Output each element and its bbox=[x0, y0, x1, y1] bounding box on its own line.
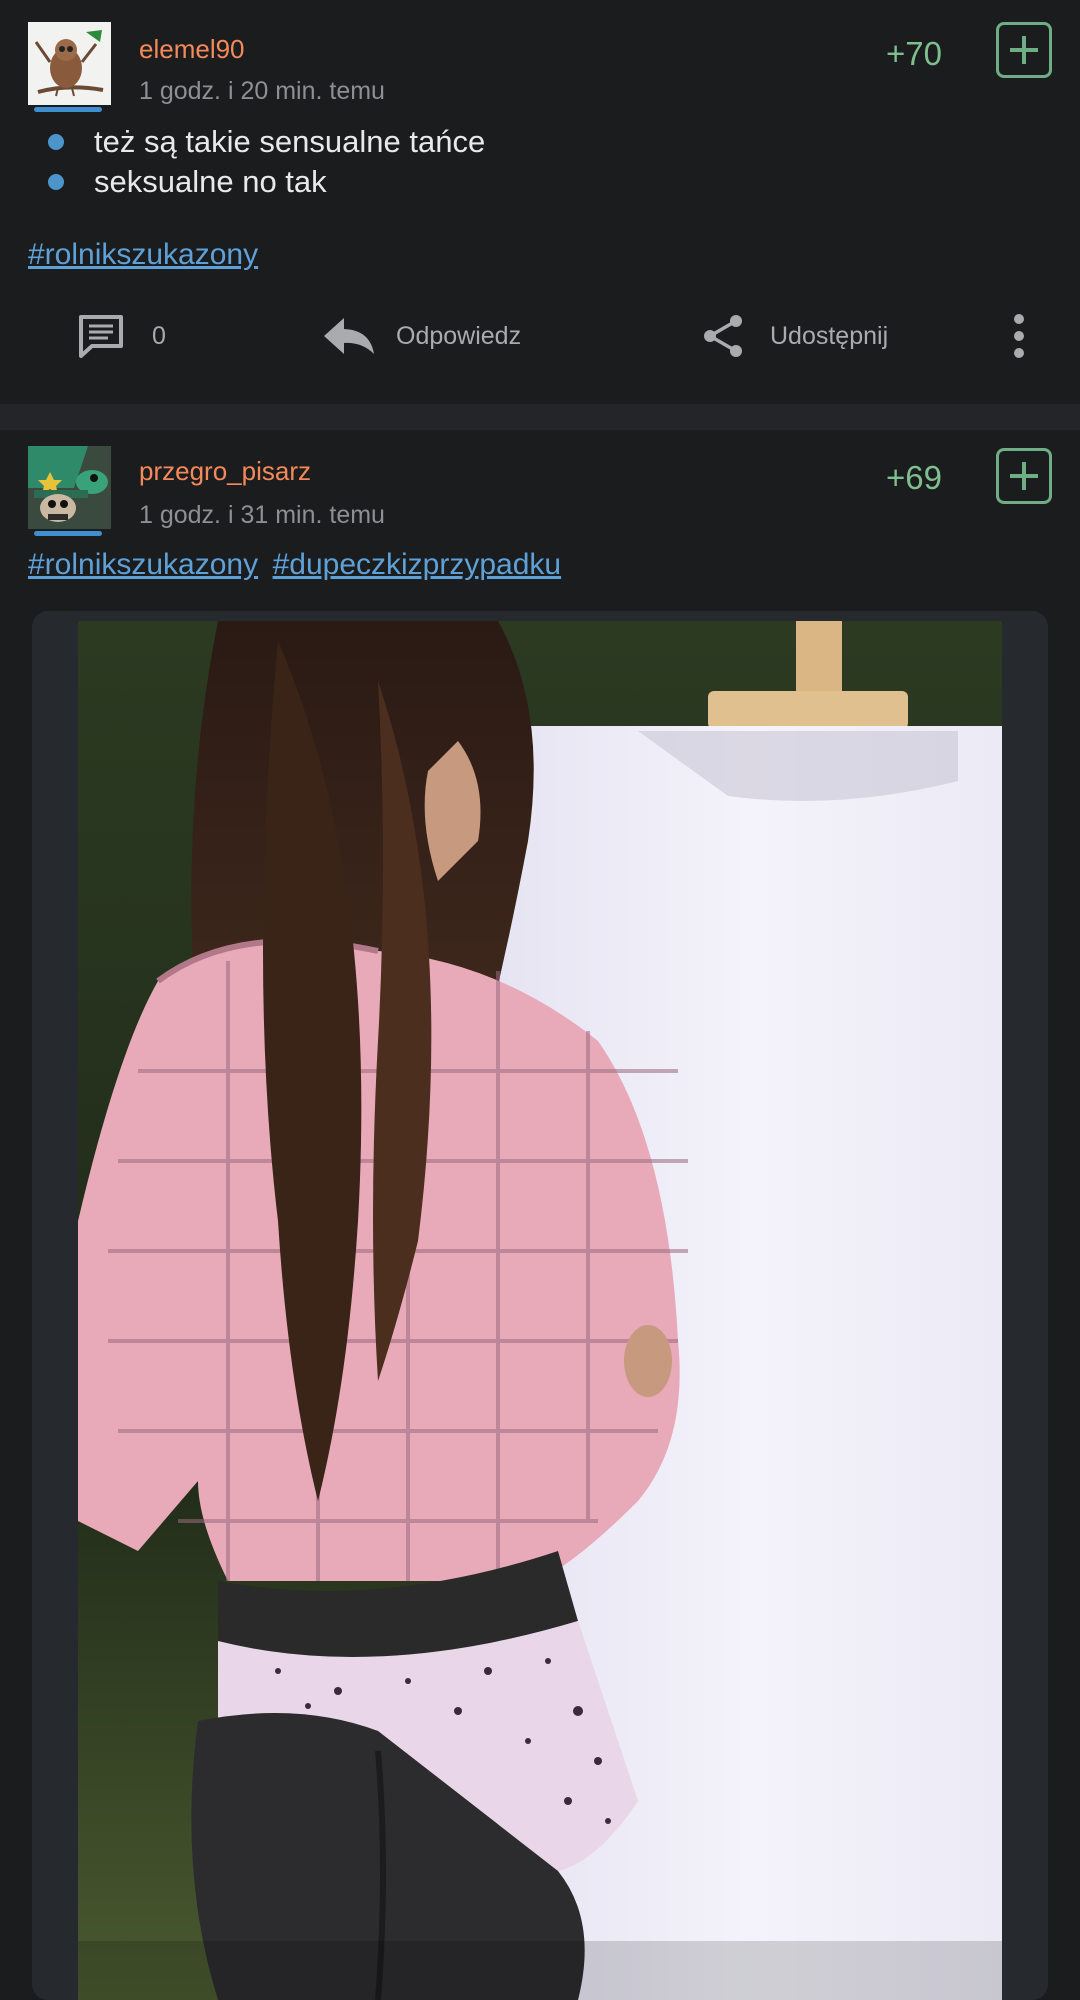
photo-of-woman-at-canvas-icon[interactable] bbox=[78, 621, 1002, 2000]
reply-button[interactable]: Odpowiedz bbox=[322, 300, 521, 372]
share-label: Udostępnij bbox=[770, 321, 889, 350]
post-separator bbox=[0, 404, 1080, 430]
plus-icon bbox=[1010, 36, 1038, 64]
more-vertical-icon bbox=[1014, 314, 1024, 358]
reply-icon bbox=[324, 318, 374, 354]
hashtag-link[interactable]: #rolnikszukazony bbox=[28, 238, 258, 271]
avatar-underline bbox=[34, 107, 102, 112]
more-options-button[interactable] bbox=[1012, 300, 1026, 372]
entry-body: też są takie sensualne tańce seksualne n… bbox=[48, 122, 485, 202]
tag-list: #rolnikszukazony bbox=[28, 238, 258, 272]
list-item: seksualne no tak bbox=[48, 162, 485, 202]
timestamp[interactable]: 1 godz. i 31 min. temu bbox=[139, 501, 385, 530]
username[interactable]: przegro_pisarz bbox=[139, 456, 311, 487]
vote-score: +69 bbox=[886, 459, 942, 496]
avatar-underline bbox=[34, 531, 102, 536]
comment-count: 0 bbox=[152, 321, 166, 350]
hashtag-link[interactable]: #rolnikszukazony bbox=[28, 548, 258, 581]
upvote-button[interactable] bbox=[996, 22, 1052, 78]
bullet-dot bbox=[48, 174, 64, 190]
list-item-text: też są takie sensualne tańce bbox=[94, 124, 486, 159]
bullet-dot bbox=[48, 134, 64, 150]
plus-icon bbox=[1010, 462, 1038, 490]
comments-button[interactable]: 0 bbox=[78, 300, 166, 372]
upvote-button[interactable] bbox=[996, 448, 1052, 504]
list-item-text: seksualne no tak bbox=[94, 164, 327, 199]
entry-post: elemel90 1 godz. i 20 min. temu +70 też … bbox=[0, 0, 1080, 404]
reply-label: Odpowiedz bbox=[396, 321, 522, 350]
cartoon-wizard-avatar-icon[interactable] bbox=[28, 446, 111, 529]
list-item: też są takie sensualne tańce bbox=[48, 122, 485, 162]
action-bar: 0 Odpowiedz Udostępnij bbox=[0, 300, 1080, 372]
owl-avatar-icon[interactable] bbox=[28, 22, 111, 105]
username[interactable]: elemel90 bbox=[139, 34, 245, 65]
timestamp[interactable]: 1 godz. i 20 min. temu bbox=[139, 77, 385, 106]
tag-list: #rolnikszukazony #dupeczkizprzypadku bbox=[28, 548, 571, 582]
media-embed[interactable] bbox=[32, 611, 1048, 2000]
share-button[interactable]: Udostępnij bbox=[700, 300, 888, 372]
hashtag-link[interactable]: #dupeczkizprzypadku bbox=[273, 548, 562, 581]
comment-icon bbox=[79, 315, 123, 358]
vote-score: +70 bbox=[886, 35, 942, 72]
share-icon bbox=[704, 315, 742, 357]
